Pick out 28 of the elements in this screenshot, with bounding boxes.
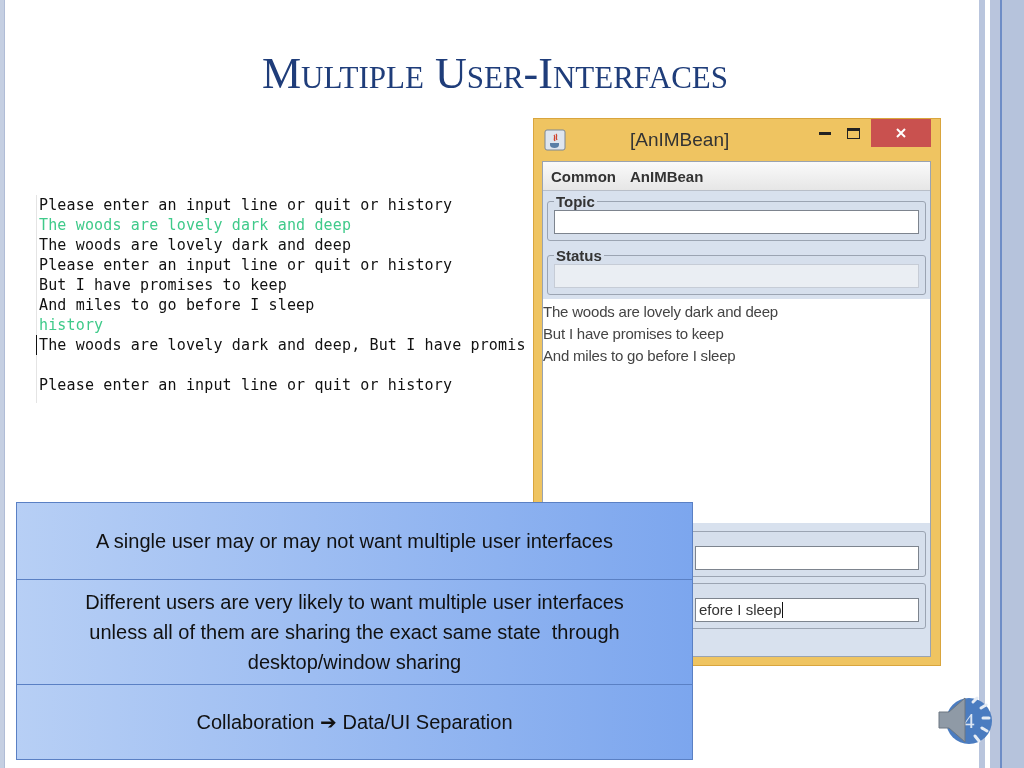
text-line: But I have promises to keep	[543, 324, 725, 344]
console-line: But I have promises to keep	[38, 275, 288, 295]
text-line: And miles to go before I sleep	[543, 346, 737, 366]
text-field[interactable]	[554, 210, 919, 234]
group-label: Topic	[555, 193, 596, 210]
console-line: history	[38, 315, 105, 335]
console-line: Please enter an input line or quit or history	[38, 375, 454, 395]
java-cup-icon	[544, 129, 566, 151]
menu-item[interactable]: AnIMBean	[630, 167, 704, 185]
console-line: And miles to go before I sleep	[38, 295, 316, 315]
console-line: Please enter an input line or quit or history	[38, 195, 454, 215]
text-field[interactable]	[695, 546, 919, 570]
console-line: The woods are lovely dark and deep	[38, 215, 353, 235]
window-title: [AnIMBean]	[630, 129, 730, 151]
callout-row: Different users are very likely to want multiple user interfaces unless all of them are sharing the exact same state through desktop/window sharing	[16, 579, 693, 685]
callout-row: A single user may or may not want multiple user interfaces	[16, 502, 693, 580]
close-icon	[896, 128, 906, 138]
maximize-icon	[846, 127, 860, 139]
text-field[interactable]: efore I sleep	[695, 598, 919, 622]
console-line: The woods are lovely dark and deep	[38, 235, 353, 255]
slide-title: Multiple User-Interfaces	[261, 52, 729, 96]
callout-row: Collaboration ➔ Data/UI Separation	[16, 684, 693, 760]
text-line: The woods are lovely dark and deep	[543, 302, 780, 322]
close-button[interactable]	[871, 119, 931, 147]
group-label: Status	[555, 247, 603, 264]
minimize-icon	[819, 131, 831, 135]
menu-item[interactable]: Common	[551, 167, 616, 185]
console-line: Please enter an input line or quit or history	[38, 255, 454, 275]
